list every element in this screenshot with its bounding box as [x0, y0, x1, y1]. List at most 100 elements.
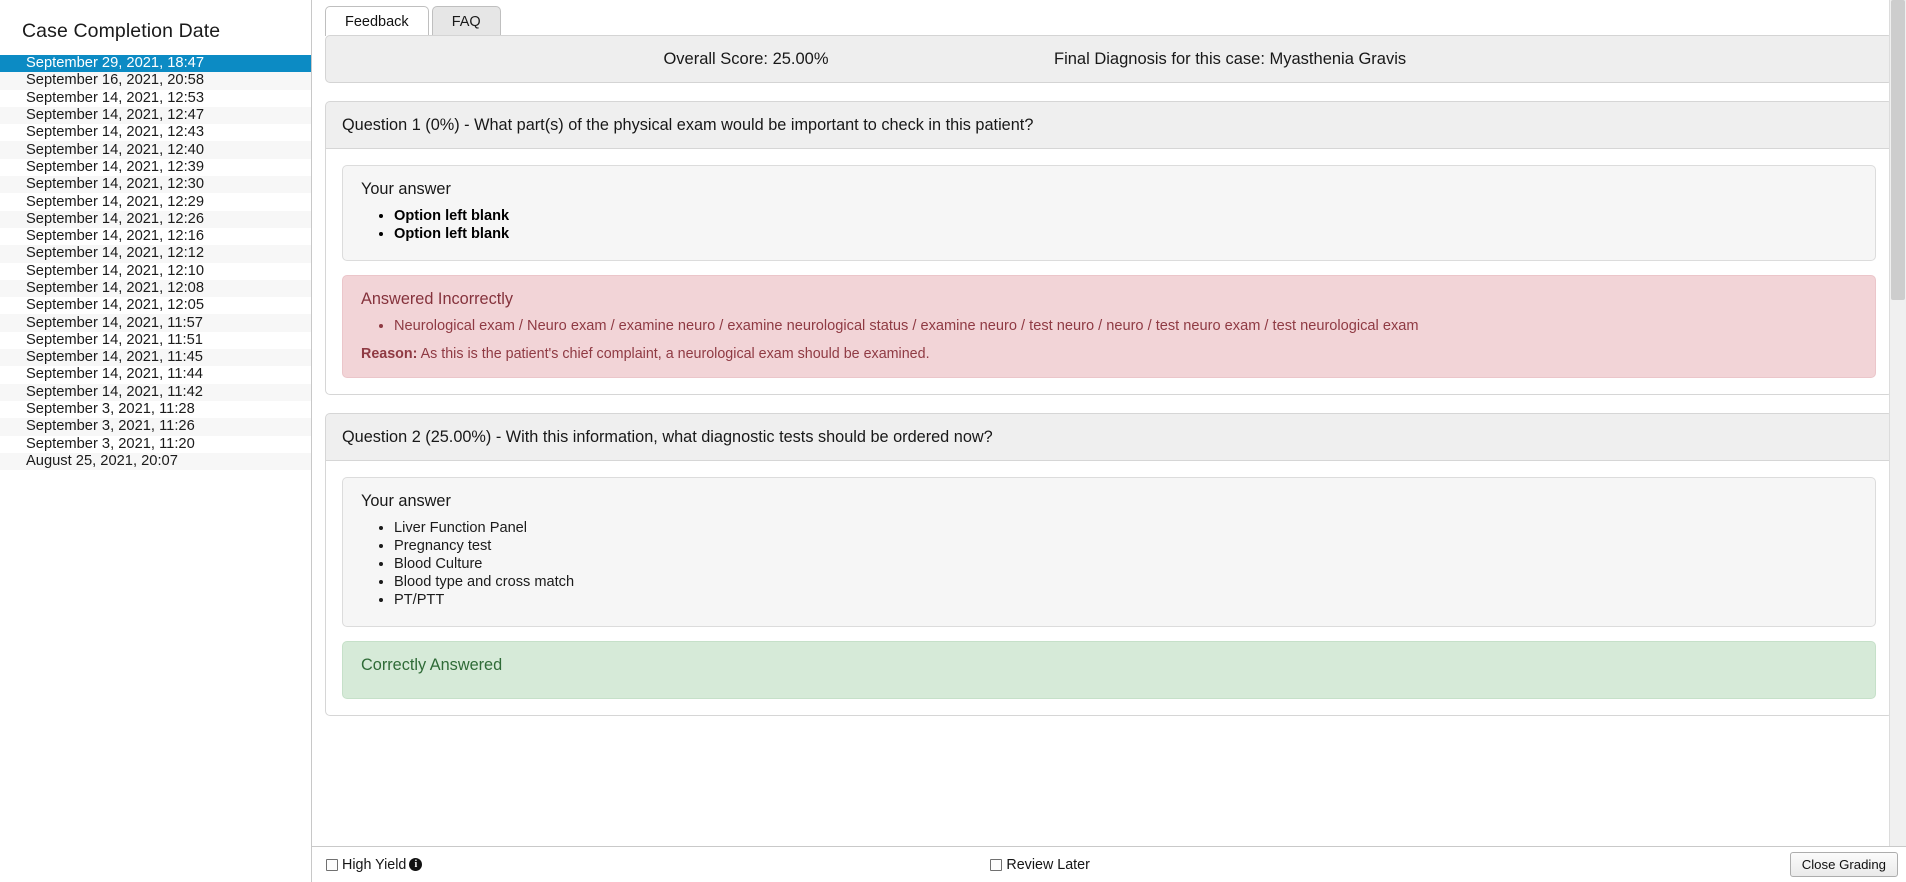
- case-date-item[interactable]: September 29, 2021, 18:47: [0, 55, 311, 73]
- case-date-item[interactable]: September 14, 2021, 12:30: [0, 176, 311, 194]
- case-date-label: September 16, 2021, 20:58: [26, 72, 205, 89]
- review-later-label: Review Later: [1006, 856, 1090, 873]
- overall-score: Overall Score: 25.00%: [663, 49, 829, 68]
- page-scrollbar[interactable]: [1889, 0, 1906, 882]
- case-date-label: September 14, 2021, 12:16: [26, 228, 205, 245]
- case-date-label: August 25, 2021, 20:07: [26, 452, 178, 469]
- case-date-label: September 14, 2021, 12:47: [26, 107, 205, 124]
- case-date-label: September 14, 2021, 11:42: [26, 383, 203, 400]
- case-date-item[interactable]: August 25, 2021, 20:07: [0, 452, 311, 471]
- case-date-label: September 14, 2021, 12:53: [26, 89, 205, 106]
- question-header: Question 1 (0%) - What part(s) of the ph…: [325, 101, 1893, 149]
- your-answer-item: Liver Function Panel: [394, 520, 1857, 538]
- your-answer-item: PT/PTT: [394, 592, 1857, 610]
- case-date-item[interactable]: September 14, 2021, 11:51: [0, 331, 311, 350]
- case-date-item[interactable]: September 14, 2021, 12:29: [0, 193, 311, 211]
- close-grading-button[interactable]: Close Grading: [1789, 852, 1898, 877]
- your-answer-item: Option left blank: [394, 226, 1857, 244]
- tab-feedback[interactable]: Feedback: [325, 6, 429, 36]
- case-date-item[interactable]: September 3, 2021, 11:26: [0, 418, 311, 436]
- case-date-item[interactable]: September 14, 2021, 12:26: [0, 210, 311, 228]
- case-date-label: September 14, 2021, 11:45: [26, 349, 203, 366]
- case-date-item[interactable]: September 3, 2021, 11:20: [0, 435, 311, 453]
- expected-answer-list: Neurological exam / Neuro exam / examine…: [361, 318, 1857, 336]
- case-date-label: September 14, 2021, 12:43: [26, 124, 205, 141]
- case-date-label: September 14, 2021, 12:30: [26, 176, 205, 193]
- case-date-label: September 14, 2021, 12:08: [26, 280, 205, 296]
- high-yield-checkbox-wrap[interactable]: High Yield i: [326, 856, 423, 873]
- tab-bar: Feedback FAQ: [312, 0, 1906, 36]
- your-answer-box: Your answer Liver Function PanelPregnancy…: [342, 476, 1876, 627]
- case-date-item[interactable]: September 14, 2021, 12:05: [0, 297, 311, 315]
- reason-body: As this is the patient's chief complaint…: [420, 345, 930, 362]
- case-date-label: September 14, 2021, 11:44: [26, 366, 203, 383]
- case-date-label: September 14, 2021, 11:51: [26, 331, 203, 348]
- questions-container: Question 1 (0%) - What part(s) of the ph…: [325, 101, 1893, 716]
- case-date-item[interactable]: September 14, 2021, 12:10: [0, 262, 311, 280]
- case-date-label: September 3, 2021, 11:26: [26, 418, 195, 435]
- grading-footer: High Yield i Review Later Close Grading: [312, 846, 1906, 882]
- review-later-checkbox-wrap[interactable]: Review Later: [990, 856, 1090, 873]
- case-date-item[interactable]: September 14, 2021, 12:53: [0, 89, 311, 107]
- case-date-item[interactable]: September 14, 2021, 11:42: [0, 383, 311, 401]
- your-answer-item: Option left blank: [394, 208, 1857, 226]
- expected-answer-item: Neurological exam / Neuro exam / examine…: [394, 318, 1857, 336]
- review-later-checkbox[interactable]: [990, 858, 1003, 871]
- case-date-label: September 14, 2021, 12:26: [26, 210, 205, 227]
- case-date-item[interactable]: September 14, 2021, 11:44: [0, 366, 311, 384]
- case-completion-date-list[interactable]: September 29, 2021, 18:47 September 16, 2…: [0, 55, 311, 882]
- case-date-item[interactable]: September 14, 2021, 12:43: [0, 124, 311, 142]
- reason-label: Reason:: [361, 345, 418, 362]
- result-title: Correctly Answered: [361, 655, 503, 674]
- high-yield-label: High Yield: [342, 856, 407, 873]
- result-title: Answered Incorrectly: [361, 290, 514, 308]
- your-answer-item: Pregnancy test: [394, 538, 1857, 556]
- case-date-label: September 14, 2021, 12:10: [26, 262, 205, 279]
- case-date-label: September 14, 2021, 12:12: [26, 245, 205, 262]
- your-answer-list: Option left blankOption left blank: [361, 208, 1857, 244]
- your-answer-title: Your answer: [361, 491, 451, 510]
- page-scrollbar-thumb[interactable]: [1891, 0, 1905, 300]
- case-date-label: September 3, 2021, 11:28: [26, 401, 195, 418]
- final-diagnosis: Final Diagnosis for this case: Myastheni…: [1054, 49, 1407, 68]
- question-body: Your answer Liver Function PanelPregnancy…: [325, 460, 1893, 716]
- feedback-content: Overall Score: 25.00% Final Diagnosis fo…: [312, 35, 1906, 882]
- your-answer-item: Blood type and cross match: [394, 574, 1857, 592]
- score-summary-bar: Overall Score: 25.00% Final Diagnosis fo…: [325, 35, 1893, 83]
- case-date-item[interactable]: September 14, 2021, 12:08: [0, 279, 311, 298]
- case-date-item[interactable]: September 14, 2021, 12:12: [0, 245, 311, 263]
- case-date-label: September 14, 2021, 12:39: [26, 158, 205, 175]
- your-answer-box: Your answer Option left blankOption left …: [342, 165, 1876, 261]
- your-answer-list: Liver Function PanelPregnancy testBlood …: [361, 520, 1857, 610]
- case-date-label: September 3, 2021, 11:20: [26, 435, 195, 452]
- case-date-item[interactable]: September 14, 2021, 12:47: [0, 106, 311, 125]
- case-date-label: September 14, 2021, 11:57: [26, 314, 203, 331]
- feedback-app: Case Completion Date September 29, 2021,…: [0, 0, 1906, 882]
- reason-text: Reason: As this is the patient's chief c…: [361, 345, 1857, 363]
- case-date-item[interactable]: September 3, 2021, 11:28: [0, 400, 311, 419]
- footer-right: Close Grading: [1789, 852, 1898, 877]
- case-date-item[interactable]: September 14, 2021, 11:45: [0, 349, 311, 367]
- question-block: Question 1 (0%) - What part(s) of the ph…: [325, 101, 1893, 395]
- case-list-sidebar: Case Completion Date September 29, 2021,…: [0, 0, 312, 882]
- case-date-item[interactable]: September 16, 2021, 20:58: [0, 72, 311, 90]
- case-date-item[interactable]: September 14, 2021, 12:40: [0, 141, 311, 159]
- question-block: Question 2 (25.00%) - With this informat…: [325, 412, 1893, 716]
- main-panel: Feedback FAQ Overall Score: 25.00% Final …: [312, 0, 1906, 882]
- case-date-label: September 14, 2021, 12:40: [26, 141, 205, 158]
- sidebar-title: Case Completion Date: [22, 20, 221, 42]
- case-date-item[interactable]: September 14, 2021, 11:57: [0, 314, 311, 332]
- your-answer-item: Blood Culture: [394, 556, 1857, 574]
- your-answer-title: Your answer: [361, 180, 451, 198]
- high-yield-checkbox[interactable]: [326, 858, 338, 871]
- result-box-correct: Correctly Answered: [342, 640, 1876, 699]
- case-date-item[interactable]: September 14, 2021, 12:39: [0, 158, 311, 177]
- tab-faq[interactable]: FAQ: [431, 6, 501, 36]
- case-date-label: September 14, 2021, 12:29: [26, 193, 205, 210]
- case-date-label: September 14, 2021, 12:05: [26, 297, 205, 314]
- case-date-label: September 29, 2021, 18:47: [26, 55, 205, 72]
- case-date-item[interactable]: September 14, 2021, 12:16: [0, 227, 311, 246]
- info-icon[interactable]: i: [409, 858, 423, 871]
- result-box-incorrect: Answered Incorrectly Neurological exam / …: [342, 275, 1876, 378]
- question-body: Your answer Option left blankOption left …: [325, 149, 1893, 395]
